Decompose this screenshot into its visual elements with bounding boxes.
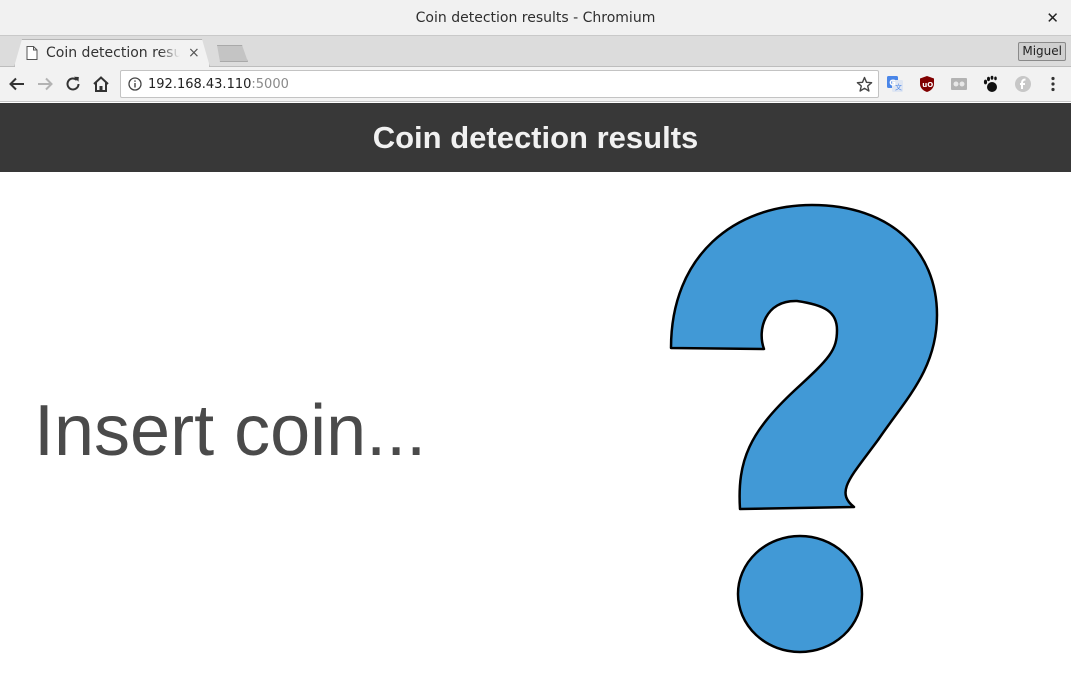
bookmark-star-icon[interactable]	[856, 76, 873, 93]
forward-button[interactable]	[36, 75, 54, 93]
question-mark-dot	[736, 534, 864, 654]
tab-label: Coin detection results	[46, 45, 180, 61]
url-host: 192.168.43.110	[148, 76, 252, 92]
new-tab-button[interactable]	[217, 45, 248, 62]
fedora-icon[interactable]	[1014, 75, 1032, 93]
url-port: :5000	[251, 76, 289, 92]
insert-coin-message: Insert coin...	[34, 391, 427, 471]
svg-text:文: 文	[895, 83, 902, 92]
browser-toolbar: 192.168.43.110:5000 G 文 uO	[0, 67, 1071, 102]
back-button[interactable]	[8, 75, 26, 93]
window-title: Coin detection results - Chromium	[415, 9, 656, 26]
window-titlebar: Coin detection results - Chromium ✕	[0, 0, 1071, 36]
ublock-origin-icon[interactable]: uO	[918, 75, 936, 93]
browser-menu-button[interactable]	[1044, 75, 1062, 93]
svg-text:uO: uO	[922, 81, 933, 89]
google-translate-icon[interactable]: G 文	[886, 75, 904, 93]
tab-close-icon[interactable]: ×	[188, 45, 200, 61]
page-title: Coin detection results	[372, 119, 699, 155]
reload-button[interactable]	[64, 75, 82, 93]
url-text: 192.168.43.110:5000	[148, 77, 289, 92]
tab-coin-detection[interactable]: Coin detection results ×	[14, 39, 210, 67]
address-bar[interactable]: 192.168.43.110:5000	[120, 70, 879, 98]
window-close-icon[interactable]: ✕	[1046, 9, 1059, 27]
info-icon[interactable]	[128, 77, 142, 91]
back-arrow-icon	[9, 77, 24, 91]
forward-arrow-icon	[38, 77, 53, 91]
home-icon	[93, 76, 109, 92]
kebab-menu-icon	[1051, 76, 1055, 92]
tab-strip: Coin detection results × Miguel	[0, 36, 1071, 67]
page-icon	[26, 46, 38, 60]
profile-button[interactable]: Miguel	[1018, 42, 1066, 61]
question-mark-icon	[669, 203, 939, 654]
question-mark-hook	[669, 203, 939, 511]
home-button[interactable]	[92, 75, 110, 93]
vr-headset-icon[interactable]	[950, 75, 968, 93]
page-header: Coin detection results	[0, 103, 1071, 172]
gnome-foot-icon[interactable]	[982, 75, 1000, 93]
reload-icon	[66, 76, 80, 91]
